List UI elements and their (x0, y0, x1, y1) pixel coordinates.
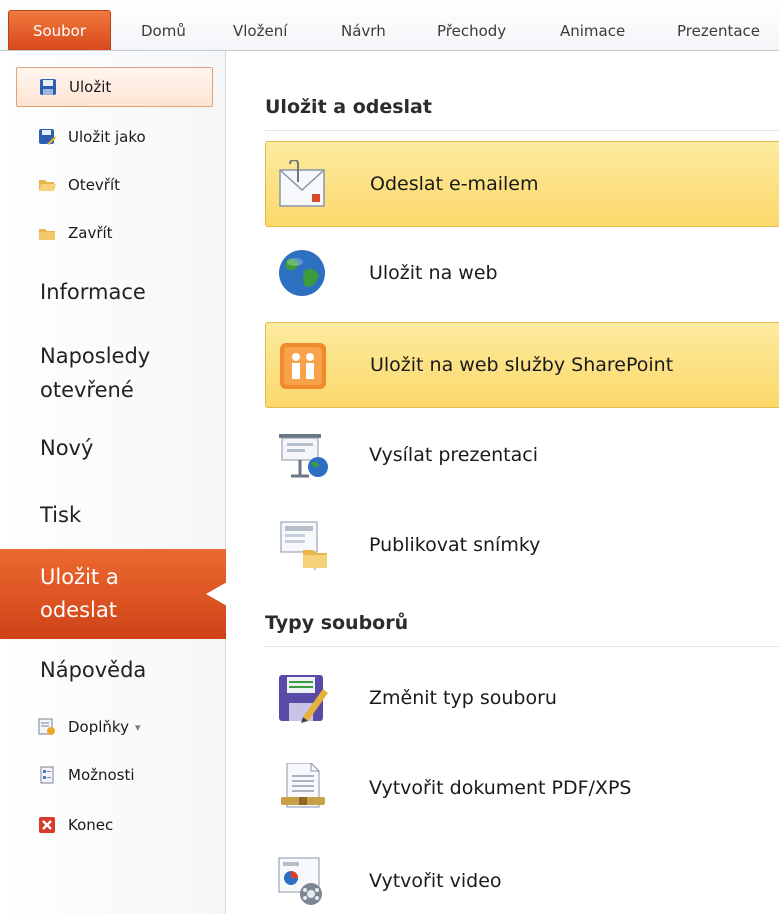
option-broadcast[interactable]: Vysílat prezentaci (265, 412, 779, 498)
tab-transitions[interactable]: Přechody (437, 12, 506, 50)
nav-recent[interactable]: Naposledy otevřené (40, 339, 150, 407)
nav-close-label: Zavřít (68, 224, 113, 242)
option-save-web[interactable]: Uložit na web (265, 230, 779, 316)
exit-icon (38, 816, 56, 834)
sharepoint-icon (274, 341, 332, 391)
nav-print[interactable]: Tisk (40, 498, 81, 532)
section-title-save-send: Uložit a odeslat (265, 96, 432, 118)
nav-options[interactable]: Možnosti (16, 755, 213, 795)
option-change-file-type-label: Změnit typ souboru (369, 687, 557, 709)
option-create-video[interactable]: Vytvořit video (265, 838, 779, 924)
tab-design[interactable]: Návrh (341, 12, 386, 50)
backstage-nav: Uložit Uložit jako Otevřít Zavřít Inform… (0, 51, 227, 914)
option-sharepoint-label: Uložit na web služby SharePoint (370, 354, 674, 376)
option-send-email-label: Odeslat e-mailem (370, 173, 539, 195)
globe-icon (273, 248, 331, 298)
option-create-pdf-xps-label: Vytvořit dokument PDF/XPS (369, 777, 632, 799)
option-sharepoint[interactable]: Uložit na web služby SharePoint (265, 322, 779, 408)
nav-save-as[interactable]: Uložit jako (16, 117, 213, 157)
nav-close[interactable]: Zavřít (16, 213, 213, 253)
nav-addins[interactable]: Doplňky ▾ (16, 707, 213, 747)
nav-new[interactable]: Nový (40, 431, 93, 465)
email-icon (274, 160, 332, 210)
save-as-icon (38, 128, 56, 146)
change-file-type-icon (273, 673, 331, 723)
nav-options-label: Možnosti (68, 766, 135, 784)
option-broadcast-label: Vysílat prezentaci (369, 444, 538, 466)
broadcast-icon (273, 430, 331, 480)
nav-info[interactable]: Informace (40, 275, 146, 309)
nav-open-label: Otevřít (68, 176, 121, 194)
option-send-email[interactable]: Odeslat e-mailem (265, 141, 779, 227)
option-change-file-type[interactable]: Změnit typ souboru (265, 655, 779, 741)
option-create-video-label: Vytvořit video (369, 870, 502, 892)
chevron-down-icon: ▾ (134, 720, 141, 734)
nav-save-as-label: Uložit jako (68, 128, 146, 146)
tab-slideshow[interactable]: Prezentace (677, 12, 760, 50)
open-folder-icon (38, 176, 56, 194)
nav-save-label: Uložit (69, 78, 112, 96)
section-divider (265, 646, 779, 647)
options-icon (38, 766, 56, 784)
nav-save-send-label: Uložit a odeslat (40, 565, 119, 622)
nav-exit-label: Konec (68, 816, 114, 834)
selection-notch (206, 582, 227, 606)
tab-home[interactable]: Domů (141, 12, 186, 50)
tab-file[interactable]: Soubor (8, 10, 111, 50)
video-icon (273, 856, 331, 906)
section-divider (265, 130, 779, 131)
close-folder-icon (38, 224, 56, 242)
nav-open[interactable]: Otevřít (16, 165, 213, 205)
addins-icon (38, 718, 56, 736)
nav-addins-label: Doplňky (68, 718, 129, 736)
save-icon (39, 78, 57, 96)
nav-exit[interactable]: Konec (16, 805, 213, 845)
tab-insert[interactable]: Vložení (233, 12, 287, 50)
ribbon-tab-bar: Soubor Domů Vložení Návrh Přechody Anima… (0, 0, 779, 51)
option-publish-slides-label: Publikovat snímky (369, 534, 541, 556)
pdf-xps-icon (273, 763, 331, 813)
nav-help[interactable]: Nápověda (40, 653, 146, 687)
tab-animations[interactable]: Animace (560, 12, 625, 50)
option-save-web-label: Uložit na web (369, 262, 498, 284)
option-create-pdf-xps[interactable]: Vytvořit dokument PDF/XPS (265, 745, 779, 831)
section-title-file-types: Typy souborů (265, 612, 409, 634)
option-publish-slides[interactable]: Publikovat snímky (265, 502, 779, 588)
nav-save-send[interactable]: Uložit a odeslat (0, 549, 227, 639)
publish-slides-icon (273, 520, 331, 570)
nav-save[interactable]: Uložit (16, 67, 213, 107)
